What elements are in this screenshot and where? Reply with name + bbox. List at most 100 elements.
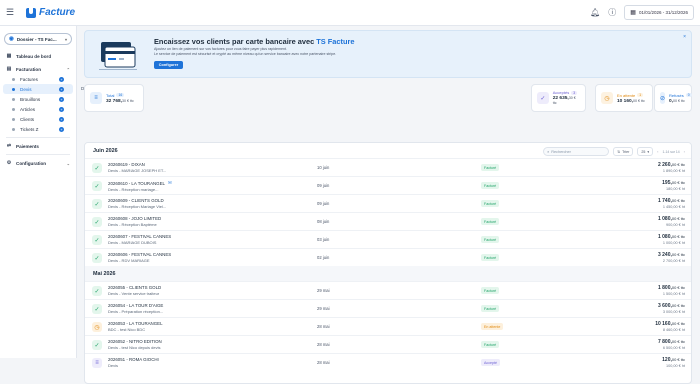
- amount-ttc-cents: 00 € ttc: [671, 180, 685, 185]
- sidebar-item-label: Articles: [20, 106, 36, 112]
- quote-date: 08 juin: [317, 219, 330, 224]
- sidebar-item-clients[interactable]: Clients +: [3, 114, 73, 124]
- nav-paiements[interactable]: ⇄ Paiements: [0, 141, 76, 151]
- amount-ht: 3 000,00 € ht: [662, 310, 685, 314]
- banner-description: Ajoutez un lien de paiement sur vos fact…: [154, 47, 434, 57]
- sort-button[interactable]: ⇅ Trier: [613, 147, 634, 156]
- sidebar-item-brouillons[interactable]: Brouillons +: [3, 94, 73, 104]
- date-range-picker[interactable]: ▦ 01/01/2026 - 31/12/2026: [624, 5, 694, 20]
- quote-date: 09 juin: [317, 201, 330, 206]
- add-icon[interactable]: +: [59, 86, 64, 92]
- banner-title-text: Encaissez vos clients par carte bancaire…: [154, 37, 317, 46]
- sidebar-item-articles[interactable]: Articles +: [3, 104, 73, 114]
- quote-number: 2026053 - LA TOURANGEL: [108, 321, 163, 326]
- sort-icon: ⇅: [617, 149, 621, 154]
- add-icon[interactable]: +: [59, 106, 64, 112]
- bullet-icon: [12, 87, 15, 91]
- bullet-icon: [12, 117, 15, 121]
- bullet-icon: [12, 107, 15, 111]
- pager-text: 1-14 sur 14: [662, 149, 680, 154]
- amount-ttc: 10 160,: [655, 321, 672, 327]
- quote-description: Devis - MARIAGE DUBOIS: [108, 240, 157, 245]
- banner-title: Encaissez vos clients par carte bancaire…: [154, 37, 354, 46]
- sidebar-item-label: Brouillons: [20, 96, 41, 102]
- quote-number: 20260619 - DIXAN: [108, 162, 145, 167]
- quote-date: 29 mai: [317, 288, 330, 293]
- amount-ht: 6 500,00 € ht: [662, 346, 685, 350]
- search-input[interactable]: ⌕ Rechercher: [543, 147, 610, 156]
- quote-date: 28 mai: [317, 324, 330, 329]
- stat-card[interactable]: ≡ Total 16 32 768,30 € ttc: [84, 84, 144, 112]
- add-icon[interactable]: +: [59, 116, 64, 122]
- bell-icon[interactable]: 🔔︎: [590, 8, 600, 17]
- stat-icon: ◷: [601, 92, 613, 104]
- chevron-up-icon: ⌃: [66, 66, 70, 72]
- add-icon[interactable]: +: [59, 76, 64, 82]
- quote-description: Devis - Réception mariage...: [108, 187, 159, 192]
- configure-button[interactable]: Configurer: [154, 61, 183, 69]
- sidebar-item-factures[interactable]: Factures +: [3, 74, 73, 84]
- stat-icon: ✓: [537, 92, 549, 104]
- app-logo[interactable]: Facture: [26, 7, 75, 18]
- stat-amount: 32 768,: [106, 98, 123, 104]
- add-icon[interactable]: +: [59, 96, 64, 102]
- table-row[interactable]: ✓ 2026054 - LA TOUR D'AIGE Devis - Prépara…: [85, 299, 691, 317]
- table-row[interactable]: ✓ 20260619 - DIXAN Devis - MARIAGE JOSEPH …: [85, 158, 691, 176]
- gear-icon: ⚙: [6, 160, 12, 166]
- calendar-icon: ▦: [630, 10, 636, 16]
- close-icon[interactable]: ×: [683, 34, 686, 40]
- page-size-select[interactable]: 25 ▾: [637, 147, 654, 156]
- dashboard-icon: ▦: [6, 53, 12, 59]
- nav-dashboard[interactable]: ▦ Tableau de bord: [0, 51, 76, 61]
- quote-description: Devis - test Nico depuis devis: [108, 345, 161, 350]
- stat-icon: ≡: [90, 92, 102, 104]
- stat-amount: 10 160,: [617, 98, 634, 104]
- bullet-icon: [12, 127, 15, 131]
- table-row[interactable]: ✓ 2026052 - NITRO EDITION Devis - test Nic…: [85, 335, 691, 353]
- table-row[interactable]: ◷ 2026053 - LA TOURANGEL BDC - test Nico B…: [85, 317, 691, 335]
- quotes-rows: Juin 2026 ✓ 20260619 - DIXAN Devis - MARIAG…: [85, 143, 691, 371]
- amount-ttc-cents: 00 € ttc: [671, 285, 685, 290]
- amount-ttc: 1 740,: [657, 198, 672, 204]
- table-row[interactable]: ✓ 20260607 - FESTIVAL CANNES Devis - MARIA…: [85, 230, 691, 248]
- document-icon: ▤: [6, 66, 12, 72]
- table-row[interactable]: ≡ 2026051 - ROMA GIOCHI Devis 28 mai Accepté…: [85, 353, 691, 371]
- table-row[interactable]: ✓ 2026055 - CLIENTS GOLD Devis - Vente ser…: [85, 281, 691, 299]
- sidebar-item-tickets-z[interactable]: Tickets Z +: [3, 124, 73, 134]
- stat-card[interactable]: ◷ En attente 1 10 160,00 € ttc: [595, 84, 653, 112]
- amount-ttc-cents: 00 € ttc: [671, 198, 685, 203]
- quote-description: Devis - Vente service traiteur: [108, 291, 160, 296]
- status-badge: Accepté: [481, 359, 500, 366]
- amount-ht: 8 460,00 € ht: [662, 328, 685, 332]
- dossier-selector[interactable]: ◉ Dossier - TS Fac... ▾: [4, 33, 72, 45]
- status-badge: Facturé: [481, 341, 500, 348]
- next-page-icon[interactable]: ›: [684, 149, 685, 154]
- sidebar-item-devis[interactable]: Devis +: [3, 84, 73, 94]
- table-row[interactable]: ✓ 20260610 - LA TOURANGEL ✉ Devis - Récepti…: [85, 176, 691, 194]
- status-check-icon: ✓: [92, 304, 102, 314]
- menu-icon[interactable]: ☰: [6, 7, 22, 18]
- banner-line-2: Le service de paiement est sécurisé et c…: [154, 52, 337, 56]
- quote-number: 20260607 - FESTIVAL CANNES: [108, 234, 172, 239]
- stat-card[interactable]: ⊘ Refusés 0 0,00 € ttc: [654, 84, 692, 112]
- help-icon[interactable]: ⓘ: [608, 7, 616, 18]
- chevron-down-icon: ⌄: [66, 160, 70, 166]
- quote-description: Devis - Réception Baptème: [108, 222, 157, 227]
- prev-page-icon[interactable]: ‹: [657, 149, 658, 154]
- table-row[interactable]: ✓ 20260608 - JOJO LIMITED Devis - Réceptio…: [85, 212, 691, 230]
- nav-configuration[interactable]: ⚙ Configuration ⌄: [0, 158, 76, 168]
- payments-icon: ⇄: [6, 143, 12, 149]
- quote-description: Devis - Préparation réception...: [108, 309, 164, 314]
- nav-facturation[interactable]: ▤ Facturation ⌃: [0, 64, 76, 74]
- add-icon[interactable]: +: [59, 126, 64, 132]
- top-bar: ☰ Facture 🔔︎ ⓘ ▦ 01/01/2026 - 31/12/2026: [0, 0, 700, 26]
- table-row[interactable]: ✓ 20260609 - CLIENTS GOLD Devis - Réceptio…: [85, 194, 691, 212]
- stat-card[interactable]: ✓ Acceptés 3 22 635,30 € ttc: [531, 84, 586, 112]
- user-circle-icon: ◉: [9, 36, 14, 42]
- status-check-icon: ✓: [92, 217, 102, 227]
- quote-description: Devis - RDV MARIAGE: [108, 258, 150, 263]
- search-placeholder: Rechercher: [551, 149, 571, 154]
- credit-card-illustration: [99, 42, 137, 70]
- nav-configuration-label: Configuration: [16, 160, 47, 166]
- table-row[interactable]: ✓ 20260606 - FESTIVAL CANNES Devis - RDV M…: [85, 248, 691, 266]
